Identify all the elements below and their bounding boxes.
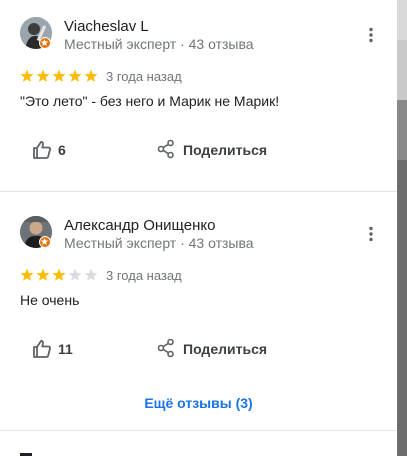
review-card: Viacheslav L Местный эксперт · 43 отзыва… xyxy=(0,0,397,191)
more-vert-icon[interactable] xyxy=(362,225,380,243)
share-label[interactable]: Поделиться xyxy=(183,341,267,357)
star-icon xyxy=(68,69,82,82)
more-vert-icon[interactable] xyxy=(362,26,380,44)
review-author[interactable]: Александр Онищенко xyxy=(64,217,215,234)
review-text: Не очень xyxy=(20,292,80,308)
thumb-up-icon xyxy=(33,340,51,358)
next-section-heading xyxy=(20,448,34,456)
share-button[interactable] xyxy=(157,337,175,361)
review-date: 3 года назад xyxy=(106,69,182,84)
like-button[interactable] xyxy=(30,337,54,361)
review-author[interactable]: Viacheslav L xyxy=(64,18,149,35)
share-icon xyxy=(157,338,174,358)
review-date: 3 года назад xyxy=(106,268,182,283)
share-icon xyxy=(157,139,174,159)
like-count: 11 xyxy=(58,341,73,357)
share-button[interactable] xyxy=(157,138,175,162)
star-icon xyxy=(68,268,82,281)
rating-stars xyxy=(20,268,100,282)
star-icon xyxy=(84,268,98,281)
star-icon xyxy=(20,69,34,82)
star-icon xyxy=(84,69,98,82)
more-reviews-link[interactable]: Ещё отзывы (3) xyxy=(0,395,397,411)
star-icon xyxy=(52,268,66,281)
review-author-meta[interactable]: Местный эксперт · 43 отзыва xyxy=(64,36,254,52)
review-text: "Это лето" - без него и Марик не Марик! xyxy=(20,93,280,109)
star-icon xyxy=(52,69,66,82)
review-card: Александр Онищенко Местный эксперт · 43 … xyxy=(0,192,397,429)
thumb-up-icon xyxy=(33,141,51,159)
rating-stars xyxy=(20,69,100,83)
local-guide-badge-icon xyxy=(39,37,51,49)
map-edge xyxy=(397,0,407,456)
reviews-panel: Viacheslav L Местный эксперт · 43 отзыва… xyxy=(0,0,397,456)
star-icon xyxy=(36,69,50,82)
local-guide-badge-icon xyxy=(39,236,51,248)
divider xyxy=(0,430,397,431)
like-button[interactable] xyxy=(30,138,54,162)
like-count: 6 xyxy=(58,142,66,158)
star-icon xyxy=(20,268,34,281)
review-author-meta[interactable]: Местный эксперт · 43 отзыва xyxy=(64,235,254,251)
share-label[interactable]: Поделиться xyxy=(183,142,267,158)
star-icon xyxy=(36,268,50,281)
